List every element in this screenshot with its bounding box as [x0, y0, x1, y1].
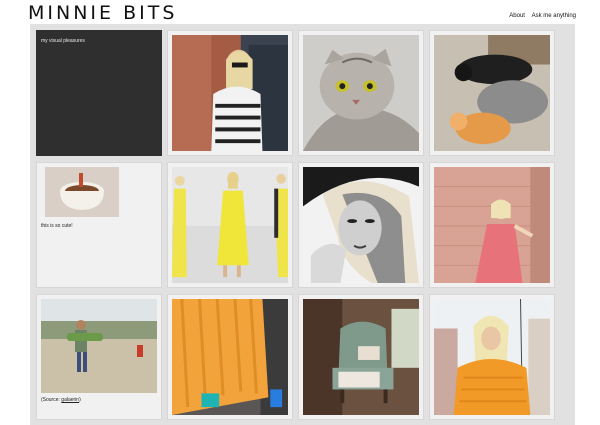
bw-portrait-photo	[303, 167, 419, 283]
street-couple-photo	[172, 35, 288, 151]
photo-post-bw-portrait[interactable]	[298, 162, 424, 288]
photo-post-orange-top[interactable]	[429, 294, 555, 420]
armchair-photo	[303, 299, 419, 415]
photo-post-kittens[interactable]	[429, 30, 555, 156]
skater-kid-photo	[41, 299, 157, 393]
post-grid: my visual pleasures this is so cute! (So…	[30, 24, 575, 425]
grey-cat-photo	[303, 35, 419, 151]
photo-post-yellow-dresses[interactable]	[167, 162, 293, 288]
source-line: (Source: galaerin)	[41, 397, 81, 403]
kittens-photo	[434, 35, 550, 151]
intro-caption: my visual pleasures	[41, 38, 85, 44]
cute-caption: this is so cute!	[41, 223, 73, 229]
nav-ask-link[interactable]: Ask me anything	[532, 13, 576, 19]
intro-post[interactable]: my visual pleasures	[36, 30, 162, 156]
blog-title[interactable]: MINNIE BITS	[28, 2, 177, 24]
photo-post-pink-dress[interactable]	[429, 162, 555, 288]
source-prefix: (Source:	[41, 397, 62, 403]
orange-skirt-photo	[172, 299, 288, 415]
photo-post-street-couple[interactable]	[167, 30, 293, 156]
photo-post-grey-cat[interactable]	[298, 30, 424, 156]
source-link[interactable]: galaerin	[61, 397, 79, 403]
text-post-cute[interactable]: this is so cute!	[36, 162, 162, 288]
pink-dress-photo	[434, 167, 550, 283]
source-suffix: )	[79, 397, 81, 403]
photo-post-skater-kid[interactable]: (Source: galaerin)	[36, 294, 162, 420]
orange-top-photo	[434, 299, 550, 415]
photo-post-armchair[interactable]	[298, 294, 424, 420]
yellow-dresses-photo	[172, 167, 288, 283]
top-nav: About Ask me anything	[504, 13, 576, 19]
teacup-photo	[45, 167, 119, 217]
photo-post-orange-skirt[interactable]	[167, 294, 293, 420]
nav-about-link[interactable]: About	[509, 13, 525, 19]
